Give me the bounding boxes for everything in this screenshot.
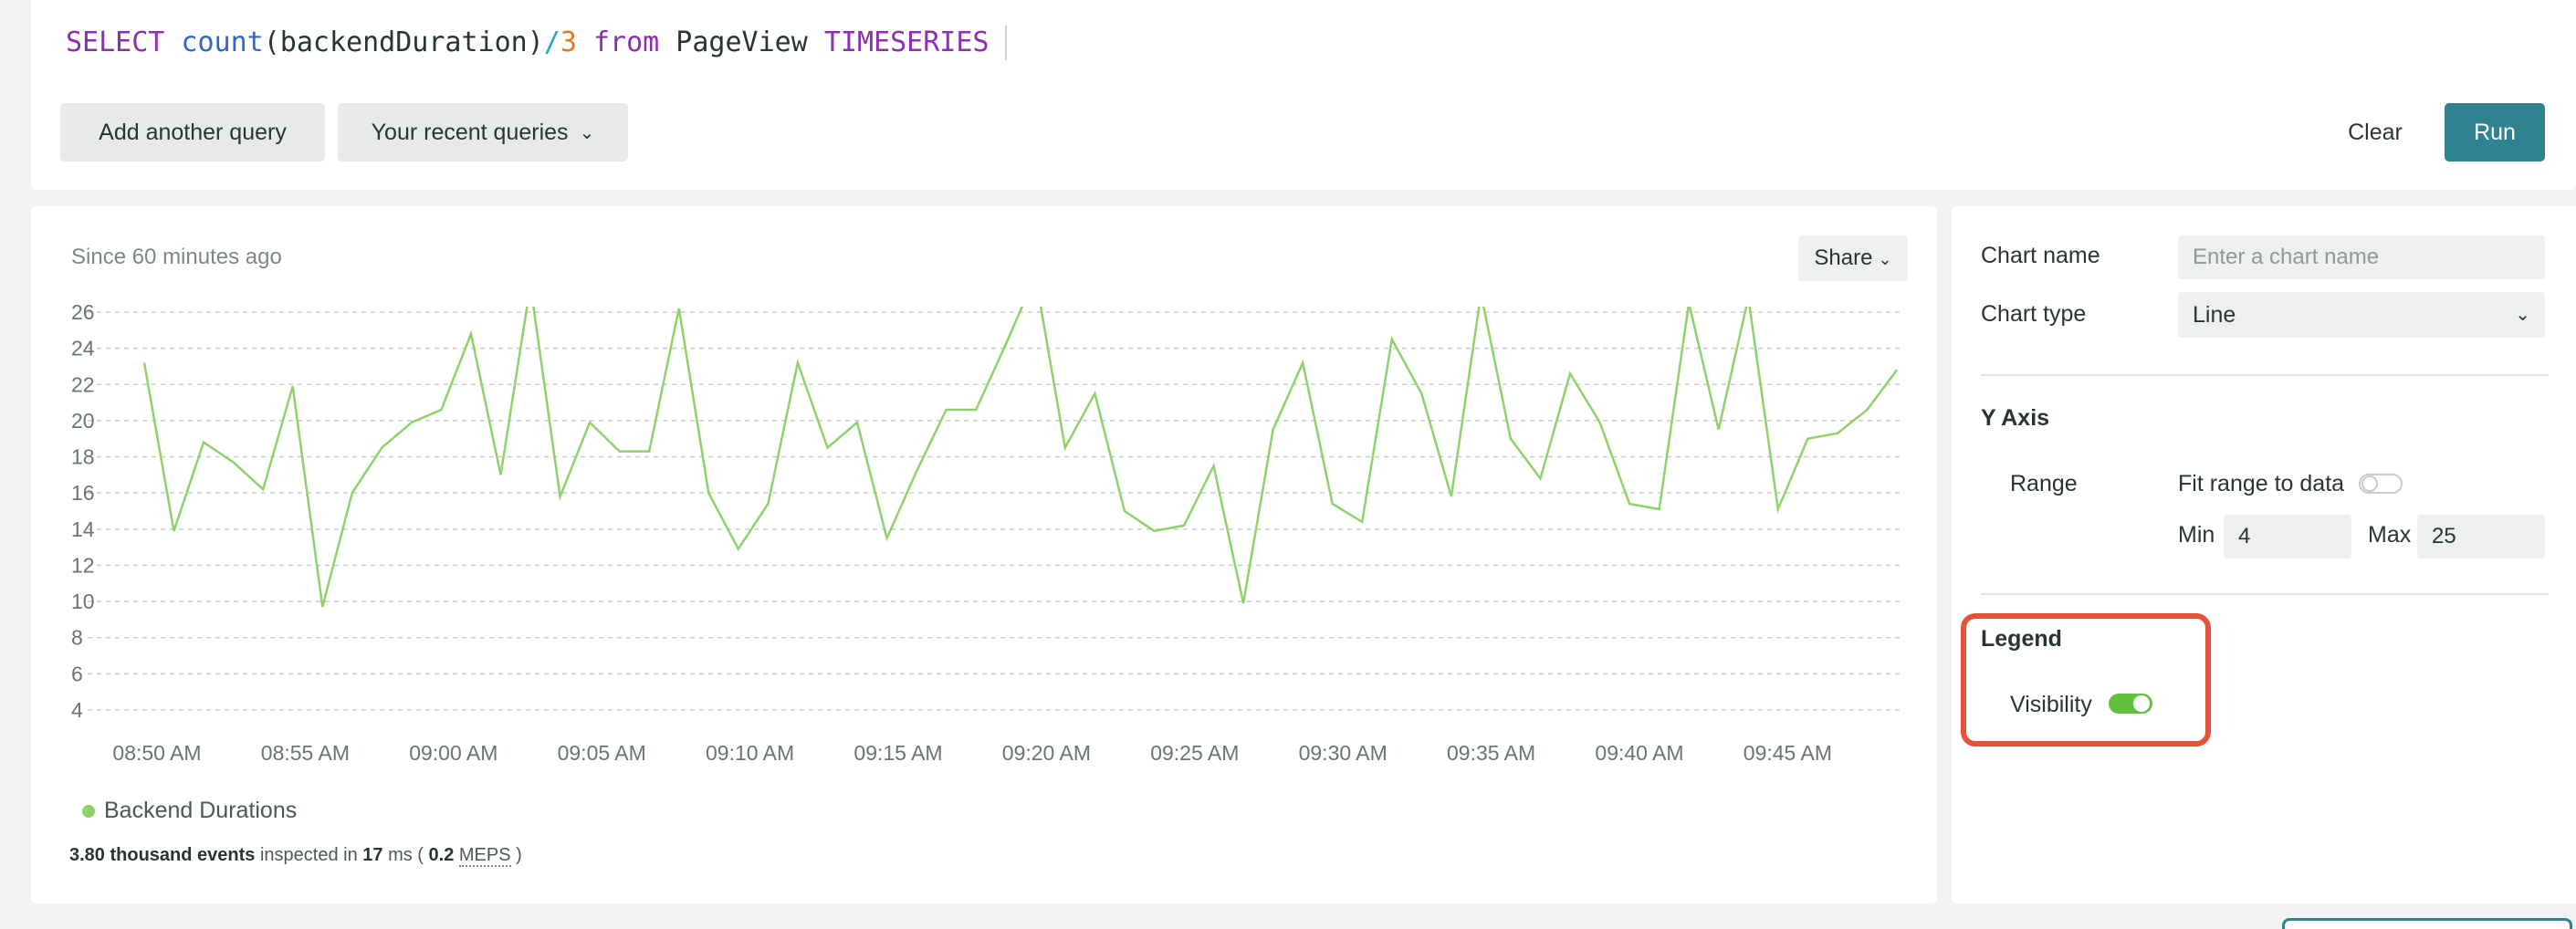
fit-range-label: Fit range to data [2178, 471, 2345, 496]
query-token [577, 20, 593, 66]
min-label: Min [2178, 522, 2215, 548]
meps-value: 0.2 [428, 845, 455, 865]
add-another-query-button[interactable]: Add another query [60, 103, 325, 162]
query-token: TIMESERIES [823, 26, 990, 58]
duration-value: 17 [362, 845, 383, 865]
text-cursor [1005, 26, 1008, 60]
chart-settings-panel: Chart name Chart type Line ⌄ Y Axis Rang… [1952, 206, 2576, 903]
series-line-0[interactable] [142, 276, 1899, 608]
run-button[interactable]: Run [2445, 103, 2545, 162]
y-tick-label: 20 [71, 409, 95, 433]
partially-visible-button[interactable] [2282, 918, 2572, 929]
x-tick-label: 08:50 AM [112, 741, 201, 765]
share-button[interactable]: Share ⌄ [1798, 235, 1908, 281]
y-max-input[interactable] [2417, 515, 2545, 558]
y-tick-label: 4 [71, 698, 83, 722]
chart-legend[interactable]: Backend Durations [82, 798, 297, 824]
x-tick-label: 08:55 AM [261, 741, 350, 765]
toggle-knob [2361, 475, 2378, 492]
query-token: / [543, 26, 560, 58]
y-tick-label: 16 [71, 481, 95, 505]
y-tick-label: 26 [71, 300, 95, 324]
y-tick-label: 22 [71, 372, 95, 396]
stats-text: ) [510, 845, 522, 865]
chart-type-value: Line [2193, 302, 2236, 328]
max-label: Max [2368, 522, 2412, 548]
y-tick-label: 12 [71, 553, 95, 577]
y-min-input[interactable] [2224, 515, 2351, 558]
query-stats: 3.80 thousand events inspected in 17 ms … [69, 845, 522, 867]
chart-type-label: Chart type [1981, 301, 2087, 327]
y-axis-heading: Y Axis [1981, 405, 2050, 431]
chevron-down-icon: ⌄ [1878, 250, 1892, 268]
x-tick-label: 09:00 AM [409, 741, 497, 765]
clear-button[interactable]: Clear [2331, 103, 2419, 162]
fit-range-toggle[interactable] [2359, 474, 2403, 494]
y-tick-label: 18 [71, 445, 95, 469]
chart-name-label: Chart name [1981, 243, 2100, 268]
recent-queries-dropdown[interactable]: Your recent queries ⌄ [338, 103, 628, 162]
range-label: Range [2010, 471, 2078, 496]
x-tick-label: 09:15 AM [853, 741, 942, 765]
legend-heading: Legend [1981, 626, 2062, 652]
y-tick-label: 14 [71, 517, 95, 541]
chart-type-select[interactable]: Line ⌄ [2178, 292, 2545, 338]
chevron-down-icon: ⌄ [2515, 305, 2530, 325]
y-tick-label: 10 [71, 590, 95, 613]
query-token: 3 [560, 26, 577, 58]
share-label: Share [1814, 245, 1873, 270]
x-tick-label: 09:45 AM [1744, 741, 1832, 765]
x-tick-label: 09:20 AM [1002, 741, 1091, 765]
x-tick-label: 09:40 AM [1595, 741, 1683, 765]
visibility-label: Visibility [2010, 692, 2092, 717]
divider [1981, 593, 2549, 595]
y-tick-label: 8 [71, 626, 83, 650]
recent-queries-label: Your recent queries [371, 120, 569, 145]
stats-text: inspected in [255, 845, 363, 865]
x-tick-label: 09:05 AM [558, 741, 646, 765]
query-panel: SELECT count (backendDuration)/3 from Pag… [31, 0, 2576, 190]
query-token: PageView [659, 26, 824, 58]
x-tick-label: 09:30 AM [1299, 741, 1387, 765]
chevron-down-icon: ⌄ [579, 123, 595, 144]
legend-series-label: Backend Durations [104, 798, 298, 823]
nrql-query-editor[interactable]: SELECT count (backendDuration)/3 from Pag… [66, 20, 1008, 66]
query-token: count [181, 26, 264, 58]
query-token: from [592, 26, 660, 58]
query-token: (backendDuration) [263, 26, 544, 58]
y-tick-label: 6 [71, 662, 83, 685]
stats-text: ms ( [382, 845, 429, 865]
time-range-label: Since 60 minutes ago [71, 245, 282, 269]
x-tick-label: 09:10 AM [706, 741, 794, 765]
x-tick-label: 09:25 AM [1150, 741, 1239, 765]
legend-visibility-toggle[interactable] [2109, 694, 2152, 714]
query-token [164, 20, 181, 66]
y-tick-label: 24 [71, 337, 95, 360]
chart-panel: 4 6 8 10 12 14 16 18 20 22 24 26 08:50 AM 08:55 AM 09:… [31, 206, 1937, 903]
line-chart: 4 6 8 10 12 14 16 18 20 22 24 26 08:50 AM 08:55 AM 09:… [71, 276, 1902, 765]
toggle-knob [2133, 695, 2150, 712]
query-token: SELECT [66, 26, 165, 58]
legend-color-swatch [82, 804, 95, 818]
divider [1981, 374, 2549, 376]
events-count: 3.80 thousand events [69, 845, 256, 865]
meps-abbreviation[interactable]: MEPS [458, 845, 511, 867]
chart-name-input[interactable] [2178, 235, 2545, 279]
x-tick-label: 09:35 AM [1447, 741, 1535, 765]
